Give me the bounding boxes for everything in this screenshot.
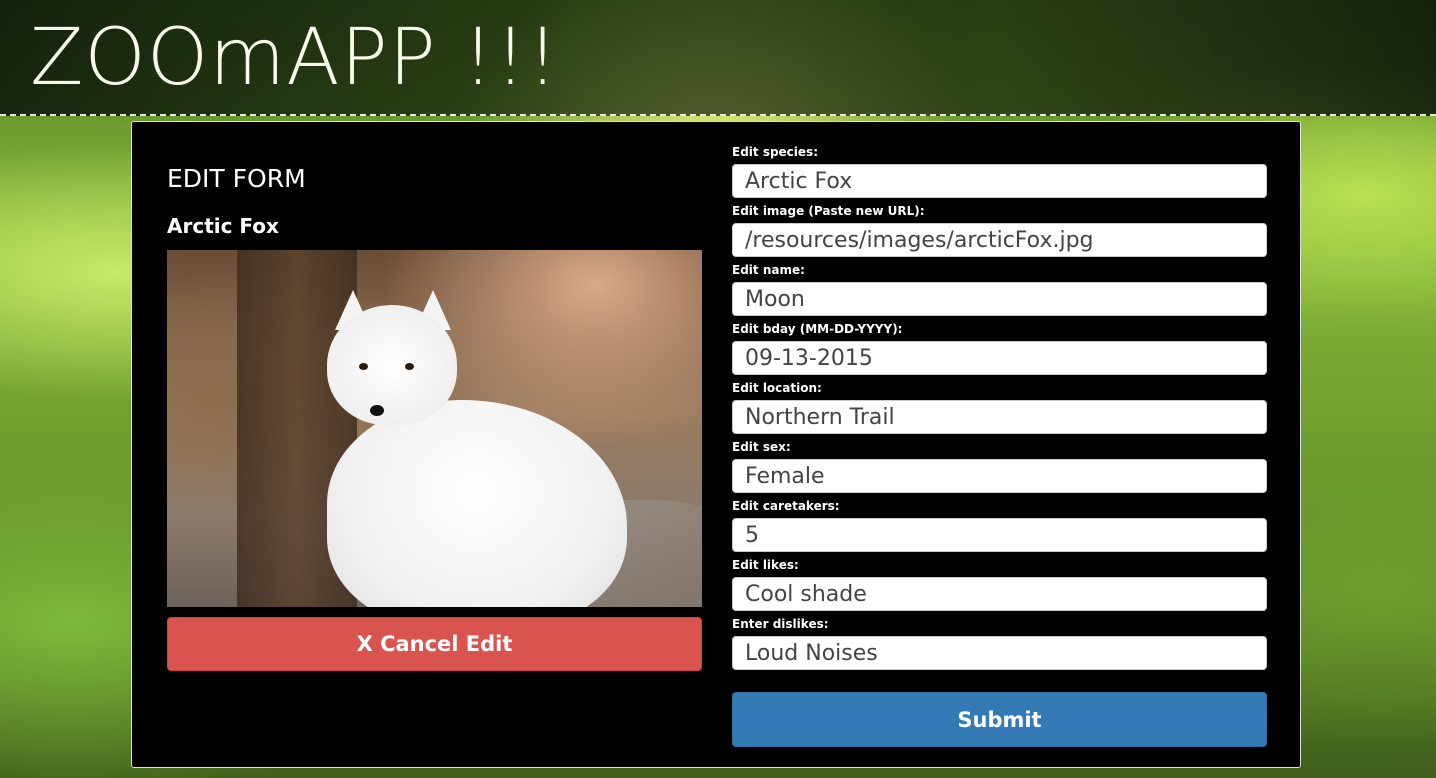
bday-field-group: Edit bday (MM-DD-YYYY): xyxy=(732,321,1267,375)
cancel-edit-button[interactable]: X Cancel Edit xyxy=(167,617,702,671)
location-field-group: Edit location: xyxy=(732,380,1267,434)
caretakers-label: Edit caretakers: xyxy=(732,499,840,513)
name-label: Edit name: xyxy=(732,263,805,277)
fox-body xyxy=(327,400,627,607)
submit-button[interactable]: Submit xyxy=(732,692,1267,747)
header-banner: ZOOmAPP !!! xyxy=(0,0,1436,116)
species-input[interactable] xyxy=(732,164,1267,198)
sex-field-group: Edit sex: xyxy=(732,439,1267,493)
fox-eye-right xyxy=(405,363,414,370)
dislikes-field-group: Enter dislikes: xyxy=(732,616,1267,670)
likes-input[interactable] xyxy=(732,577,1267,611)
dislikes-input[interactable] xyxy=(732,636,1267,670)
fox-eye-left xyxy=(359,363,368,370)
image-url-input[interactable] xyxy=(732,223,1267,257)
species-label: Edit species: xyxy=(732,145,818,159)
app-title: ZOOmAPP !!! xyxy=(30,13,560,103)
caretakers-input[interactable] xyxy=(732,518,1267,552)
fox-head xyxy=(327,305,457,425)
form-heading: EDIT FORM xyxy=(167,164,306,193)
sex-label: Edit sex: xyxy=(732,440,791,454)
animal-name: Arctic Fox xyxy=(167,214,279,238)
location-input[interactable] xyxy=(732,400,1267,434)
bday-label: Edit bday (MM-DD-YYYY): xyxy=(732,322,903,336)
likes-field-group: Edit likes: xyxy=(732,557,1267,611)
caretakers-field-group: Edit caretakers: xyxy=(732,498,1267,552)
location-label: Edit location: xyxy=(732,381,822,395)
dislikes-label: Enter dislikes: xyxy=(732,617,829,631)
name-field-group: Edit name: xyxy=(732,262,1267,316)
species-field-group: Edit species: xyxy=(732,144,1267,198)
fox-nose xyxy=(370,405,384,416)
animal-photo xyxy=(167,250,702,607)
image-field-group: Edit image (Paste new URL): xyxy=(732,203,1267,257)
sex-input[interactable] xyxy=(732,459,1267,493)
image-label: Edit image (Paste new URL): xyxy=(732,204,925,218)
edit-form-panel: EDIT FORM Arctic Fox X Cancel Edit Edit … xyxy=(131,121,1301,768)
name-input[interactable] xyxy=(732,282,1267,316)
likes-label: Edit likes: xyxy=(732,558,799,572)
bday-input[interactable] xyxy=(732,341,1267,375)
